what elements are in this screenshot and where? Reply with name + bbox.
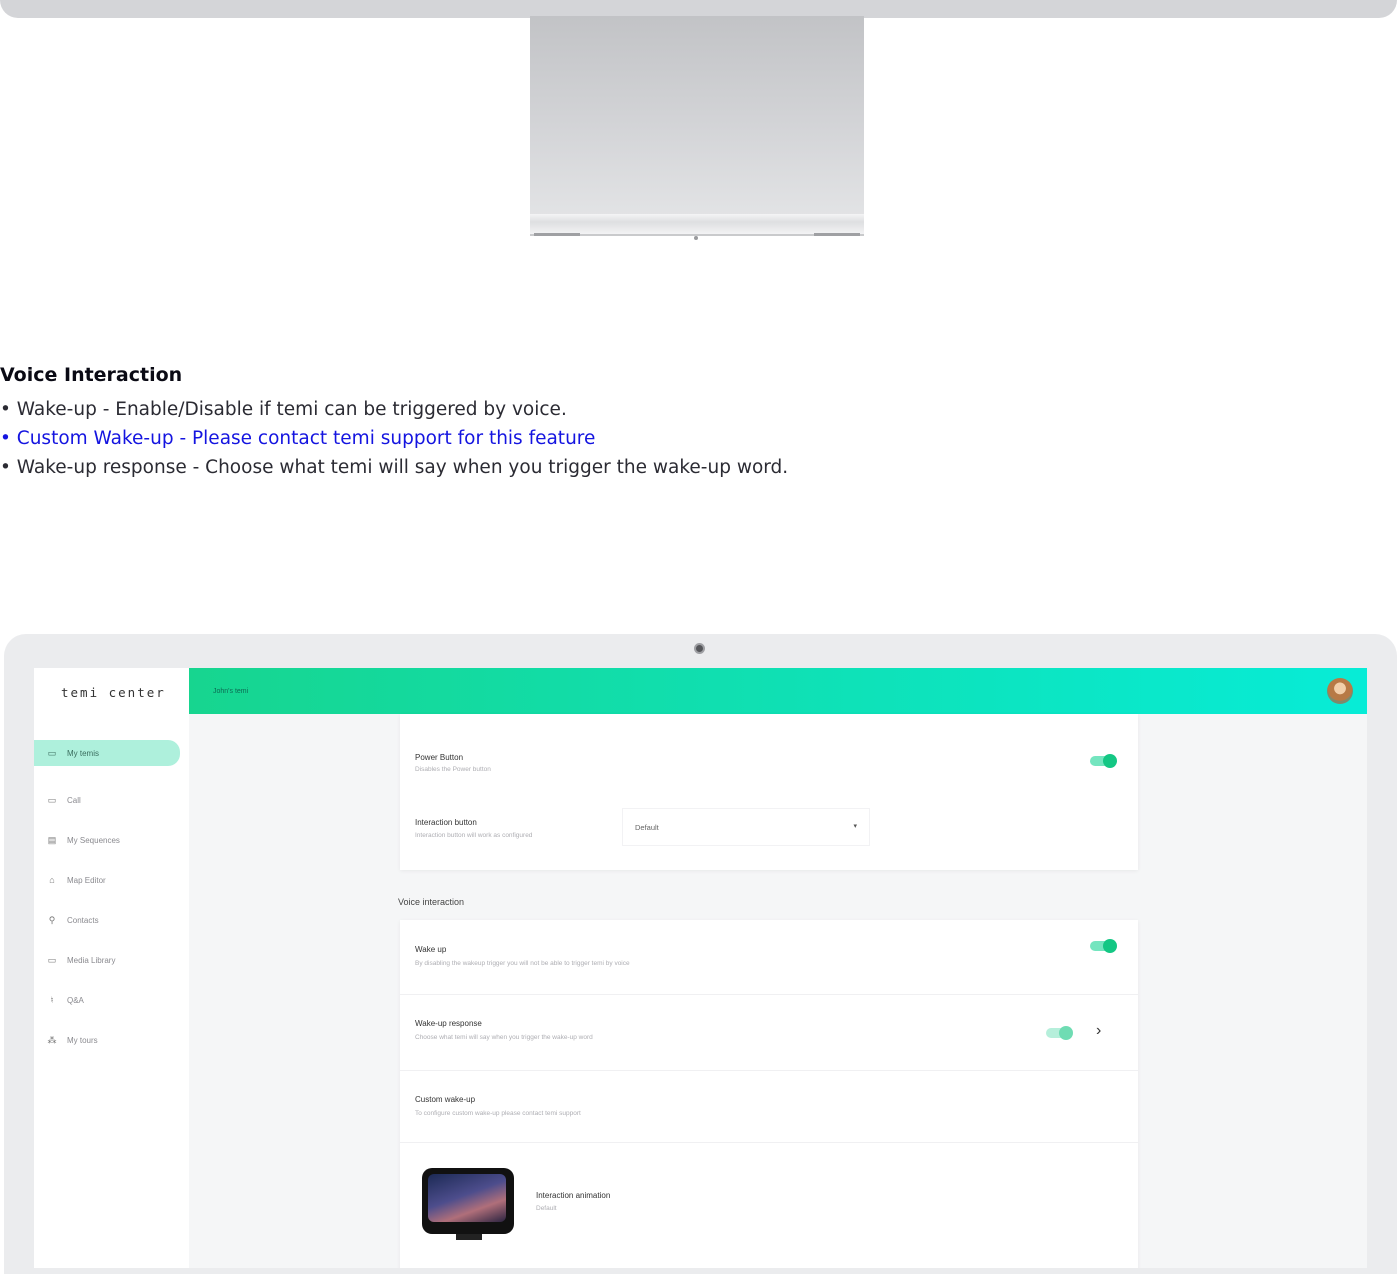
wake-up-title: Wake up xyxy=(415,945,447,954)
monitor-stand-foot xyxy=(530,214,864,236)
power-button-toggle[interactable] xyxy=(1090,754,1117,768)
sidebar-nav: ▭ My temis ▭ Call ▤ My Sequences ⌂ Map E… xyxy=(34,740,189,1060)
app-logo[interactable]: temi center xyxy=(61,685,166,700)
robot-icon: ▭ xyxy=(47,747,57,758)
sidebar-item-label: Q&A xyxy=(67,995,84,1005)
toggle-knob xyxy=(1103,939,1117,953)
sidebar-item-my-tours[interactable]: ⁂ My tours xyxy=(34,1020,189,1060)
custom-wake-up-subtitle: To configure custom wake-up please conta… xyxy=(415,1110,581,1117)
description-heading: Voice Interaction xyxy=(0,364,183,386)
interaction-button-subtitle: Interaction button will work as configur… xyxy=(415,832,533,839)
interaction-animation-title: Interaction animation xyxy=(536,1191,611,1200)
video-call-icon: ▭ xyxy=(47,794,57,805)
interaction-animation-value: Default xyxy=(536,1205,557,1212)
sidebar-item-map-editor[interactable]: ⌂ Map Editor xyxy=(34,860,189,900)
sidebar-item-label: Contacts xyxy=(67,915,99,925)
power-button-row: Power Button Disables the Power button xyxy=(400,714,1138,792)
power-button-title: Power Button xyxy=(415,753,464,762)
contacts-icon: ⚲ xyxy=(48,914,56,925)
wake-up-toggle[interactable] xyxy=(1090,939,1117,953)
sidebar-item-label: My tours xyxy=(67,1035,98,1045)
folder-icon: ▭ xyxy=(47,954,57,965)
monitor-stand-neck xyxy=(530,16,864,216)
map-editor-icon: ⌂ xyxy=(49,875,55,885)
robot-name[interactable]: John's temi xyxy=(213,688,248,695)
interaction-button-title: Interaction button xyxy=(415,818,477,827)
wake-up-response-toggle[interactable] xyxy=(1046,1026,1073,1040)
avatar[interactable] xyxy=(1327,678,1353,704)
microphone-icon: ♮ xyxy=(50,994,54,1005)
voice-interaction-card: Wake up By disabling the wakeup trigger … xyxy=(400,920,1138,1268)
sequences-icon: ▤ xyxy=(47,834,57,845)
buttons-settings-card: Power Button Disables the Power button I… xyxy=(400,714,1138,870)
tours-icon: ⁂ xyxy=(47,1034,57,1045)
sidebar-item-my-sequences[interactable]: ▤ My Sequences xyxy=(34,820,189,860)
interaction-button-value: Default xyxy=(635,823,659,832)
caret-down-icon: ▾ xyxy=(853,823,857,830)
sidebar-item-label: Call xyxy=(67,795,81,805)
interaction-button-select[interactable]: Default ▾ xyxy=(622,808,870,846)
top-bar: John's temi xyxy=(189,668,1367,714)
sidebar-item-media-library[interactable]: ▭ Media Library xyxy=(34,940,189,980)
temi-device-stand xyxy=(456,1234,482,1240)
custom-wake-up-row[interactable]: Custom wake-up To configure custom wake-… xyxy=(400,1070,1138,1142)
camera-icon xyxy=(694,643,705,654)
toggle-knob xyxy=(1103,754,1117,768)
wake-up-response-subtitle: Choose what temi will say when you trigg… xyxy=(415,1034,593,1041)
custom-wake-up-title: Custom wake-up xyxy=(415,1095,476,1104)
description-bullet-wake-up: • Wake-up - Enable/Disable if temi can b… xyxy=(0,399,567,420)
stand-pad-left xyxy=(534,233,580,236)
sidebar-item-qa[interactable]: ♮ Q&A xyxy=(34,980,189,1020)
feature-description: Voice Interaction • Wake-up - Enable/Dis… xyxy=(0,364,1397,482)
sidebar-item-label: Media Library xyxy=(67,955,116,965)
temi-screen-preview xyxy=(428,1174,506,1222)
wake-up-response-title: Wake-up response xyxy=(415,1019,482,1028)
sidebar-item-call[interactable]: ▭ Call xyxy=(34,780,189,820)
sidebar-item-label: My temis xyxy=(67,748,99,758)
description-bullet-custom-wake-up[interactable]: • Custom Wake-up - Please contact temi s… xyxy=(0,424,1397,453)
sidebar: temi center ▭ My temis ▭ Call ▤ My Seque… xyxy=(34,668,189,1268)
toggle-knob xyxy=(1059,1026,1073,1040)
sidebar-item-label: Map Editor xyxy=(67,875,106,885)
temi-device-thumbnail xyxy=(422,1168,514,1240)
power-button-subtitle: Disables the Power button xyxy=(415,766,491,773)
stand-pad-right xyxy=(814,233,860,236)
voice-section-title: Voice interaction xyxy=(398,897,465,907)
stand-dot xyxy=(694,236,698,240)
wake-up-response-row[interactable]: Wake-up response Choose what temi will s… xyxy=(400,994,1138,1070)
sidebar-item-my-temis[interactable]: ▭ My temis xyxy=(34,740,180,766)
description-bullet-wake-up-response: • Wake-up response - Choose what temi wi… xyxy=(0,457,789,478)
wake-up-row: Wake up By disabling the wakeup trigger … xyxy=(400,920,1138,994)
sidebar-item-label: My Sequences xyxy=(67,835,120,845)
wake-up-subtitle: By disabling the wakeup trigger you will… xyxy=(415,960,630,967)
sidebar-item-contacts[interactable]: ⚲ Contacts xyxy=(34,900,189,940)
chevron-right-icon[interactable]: › xyxy=(1096,1022,1101,1040)
app-screen: temi center ▭ My temis ▭ Call ▤ My Seque… xyxy=(34,668,1367,1268)
